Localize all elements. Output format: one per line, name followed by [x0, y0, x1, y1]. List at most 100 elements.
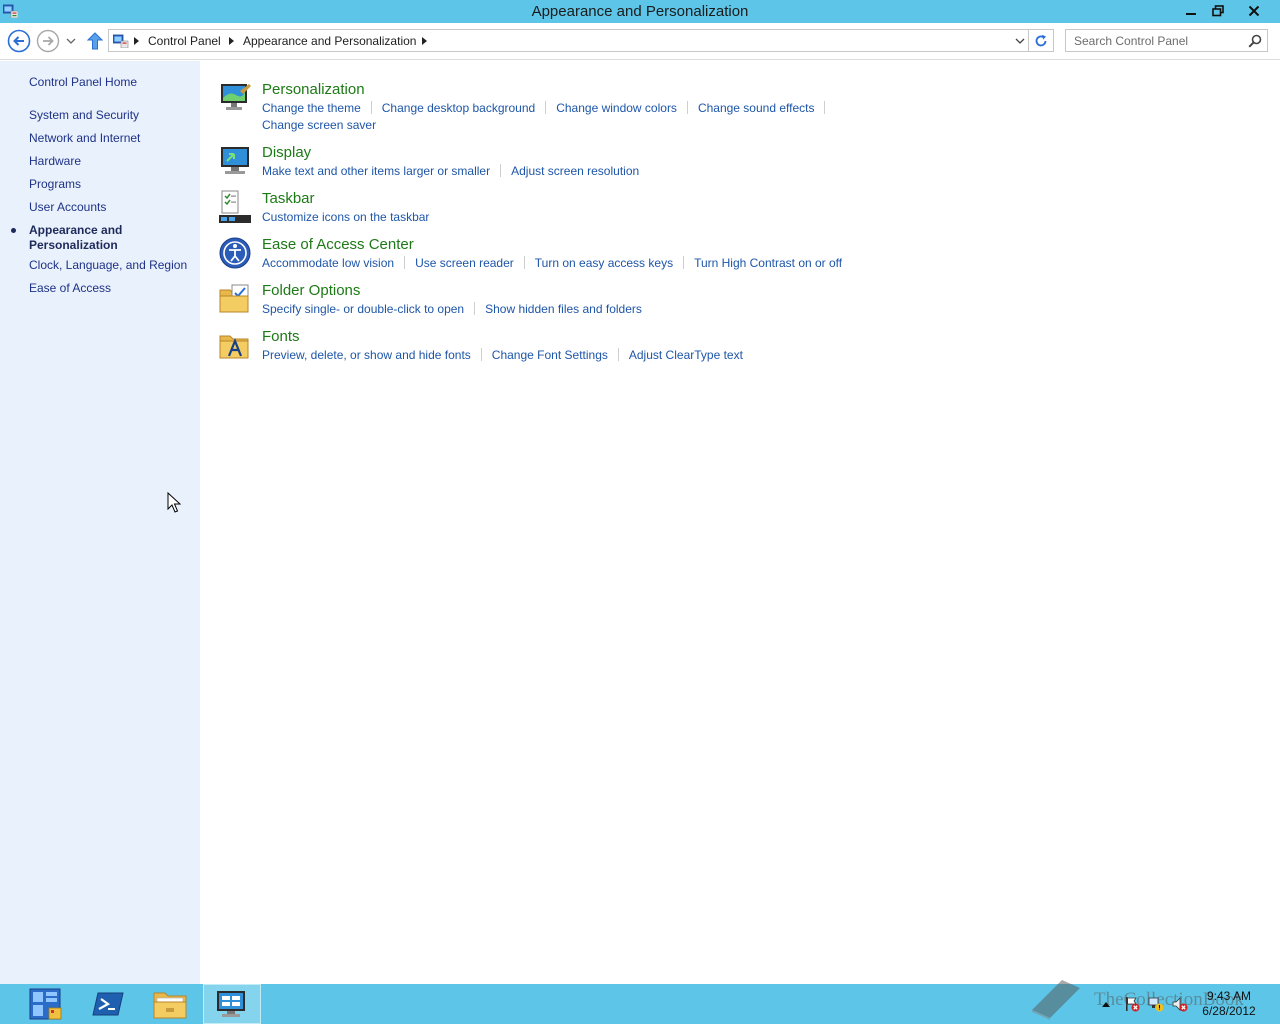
address-bar[interactable]: Control Panel Appearance and Personaliza… — [108, 29, 1029, 52]
personalization-icon[interactable] — [218, 81, 252, 115]
refresh-icon — [1035, 34, 1047, 46]
server-manager-icon — [29, 988, 62, 1020]
divider — [686, 101, 688, 114]
link-change-font-settings[interactable]: Change Font Settings — [492, 348, 608, 362]
taskbar-server-manager-button[interactable] — [17, 984, 75, 1024]
taskbar-file-explorer-button[interactable] — [141, 984, 199, 1024]
link-preview-delete-show-hide-fonts[interactable]: Preview, delete, or show and hide fonts — [262, 348, 471, 362]
link-change-window-colors[interactable]: Change window colors — [556, 101, 677, 115]
display-icon[interactable] — [218, 144, 252, 178]
minimize-button[interactable] — [1178, 0, 1204, 21]
address-history-dropdown[interactable] — [1010, 29, 1029, 52]
breadcrumb-control-panel[interactable]: Control Panel — [148, 34, 221, 48]
breadcrumb-separator-icon[interactable] — [422, 37, 428, 45]
recent-locations-button[interactable] — [64, 35, 78, 47]
fonts-title[interactable]: Fonts — [262, 328, 300, 346]
divider — [617, 348, 619, 361]
link-adjust-cleartype-text[interactable]: Adjust ClearType text — [629, 348, 743, 362]
restore-icon — [1212, 4, 1224, 16]
divider — [474, 302, 476, 315]
search-input[interactable] — [1066, 30, 1246, 51]
forward-arrow-icon — [36, 29, 60, 53]
control-panel-icon — [217, 991, 245, 1017]
taskbar-control-panel-button[interactable] — [203, 984, 261, 1024]
up-arrow-icon — [87, 32, 103, 50]
restore-button[interactable] — [1205, 0, 1231, 21]
chevron-down-icon — [1015, 38, 1024, 44]
chevron-down-icon — [66, 38, 76, 44]
speaker-muted-icon[interactable] — [1172, 996, 1188, 1012]
system-clock[interactable]: 9:43 AM 6/28/2012 — [1196, 989, 1262, 1019]
link-use-screen-reader[interactable]: Use screen reader — [415, 256, 514, 270]
display-title[interactable]: Display — [262, 144, 311, 162]
taskbar-powershell-button[interactable] — [79, 984, 137, 1024]
breadcrumb-separator-icon[interactable] — [229, 37, 235, 45]
up-button[interactable] — [84, 29, 106, 53]
sidebar-item-appearance-and-personalization: Appearance and Personalization — [29, 223, 123, 252]
folder-options-tasks: Specify single- or double-click to open S… — [262, 301, 882, 318]
sidebar-item-hardware[interactable]: Hardware — [29, 154, 81, 169]
clock-date: 6/28/2012 — [1202, 1004, 1256, 1018]
sidebar-item-network-and-internet[interactable]: Network and Internet — [29, 131, 140, 146]
title-bar: Appearance and Personalization — [0, 0, 1280, 23]
control-panel-root-icon[interactable] — [113, 34, 129, 48]
sidebar-item-user-accounts[interactable]: User Accounts — [29, 200, 106, 215]
close-button[interactable] — [1232, 0, 1276, 21]
fonts-icon[interactable] — [218, 328, 252, 362]
link-change-the-theme[interactable]: Change the theme — [262, 101, 361, 115]
file-explorer-icon — [153, 992, 187, 1019]
taskbar-icon[interactable] — [218, 190, 252, 224]
clock-time: 9:43 AM — [1206, 989, 1252, 1003]
sidebar-item-control-panel-home[interactable]: Control Panel Home — [29, 75, 137, 90]
sidebar-item-system-and-security[interactable]: System and Security — [29, 108, 139, 123]
fonts-tasks: Preview, delete, or show and hide fonts C… — [262, 347, 882, 364]
link-show-hidden-files-and-folders[interactable]: Show hidden files and folders — [485, 302, 642, 316]
link-make-text-larger-or-smaller[interactable]: Make text and other items larger or smal… — [262, 164, 490, 178]
taskbar: TheCollectionBook 9:43 AM 6/28/2012 — [0, 980, 1280, 1024]
taskbar-tasks: Customize icons on the taskbar — [262, 209, 882, 226]
divider — [370, 101, 372, 114]
divider — [500, 164, 502, 177]
mouse-pointer-icon — [167, 492, 181, 513]
breadcrumb-appearance-and-personalization[interactable]: Appearance and Personalization — [243, 34, 416, 48]
action-center-flag-icon[interactable] — [1124, 996, 1140, 1012]
folder-options-title[interactable]: Folder Options — [262, 282, 360, 300]
sidebar-item-clock-language-and-region[interactable]: Clock, Language, and Region — [29, 258, 187, 273]
personalization-title[interactable]: Personalization — [262, 81, 365, 99]
back-button[interactable] — [6, 28, 32, 54]
link-specify-single-or-double-click[interactable]: Specify single- or double-click to open — [262, 302, 464, 316]
folder-options-icon[interactable] — [218, 282, 252, 316]
minimize-icon — [1186, 12, 1196, 15]
refresh-button[interactable] — [1029, 29, 1054, 52]
sidebar: Control Panel Home System and Security N… — [0, 61, 200, 984]
current-item-bullet — [11, 228, 16, 233]
link-change-screen-saver[interactable]: Change screen saver — [262, 118, 376, 132]
breadcrumb-separator-icon[interactable] — [134, 37, 140, 45]
link-accommodate-low-vision[interactable]: Accommodate low vision — [262, 256, 394, 270]
divider — [824, 101, 826, 114]
taskbar-title[interactable]: Taskbar — [262, 190, 315, 208]
link-adjust-screen-resolution[interactable]: Adjust screen resolution — [511, 164, 639, 178]
ease-of-access-icon[interactable] — [218, 236, 252, 270]
display-tasks: Make text and other items larger or smal… — [262, 163, 882, 180]
link-change-desktop-background[interactable]: Change desktop background — [382, 101, 535, 115]
network-icon[interactable] — [1148, 996, 1164, 1012]
sidebar-item-ease-of-access[interactable]: Ease of Access — [29, 281, 111, 296]
divider — [545, 101, 547, 114]
search-box[interactable] — [1065, 29, 1268, 52]
divider — [404, 256, 406, 269]
sidebar-item-programs[interactable]: Programs — [29, 177, 81, 192]
back-arrow-icon — [7, 29, 31, 53]
search-icon[interactable] — [1248, 34, 1262, 48]
ease-of-access-center-title[interactable]: Ease of Access Center — [262, 236, 414, 254]
divider — [523, 256, 525, 269]
close-icon — [1248, 5, 1260, 16]
show-hidden-icons-icon[interactable] — [1101, 1000, 1111, 1008]
link-turn-on-easy-access-keys[interactable]: Turn on easy access keys — [535, 256, 673, 270]
link-change-sound-effects[interactable]: Change sound effects — [698, 101, 815, 115]
link-turn-high-contrast-on-or-off[interactable]: Turn High Contrast on or off — [694, 256, 842, 270]
main-content: Personalization Change the theme Change d… — [200, 61, 1280, 984]
forward-button[interactable] — [35, 28, 61, 54]
divider — [683, 256, 685, 269]
link-customize-icons-on-the-taskbar[interactable]: Customize icons on the taskbar — [262, 210, 429, 224]
